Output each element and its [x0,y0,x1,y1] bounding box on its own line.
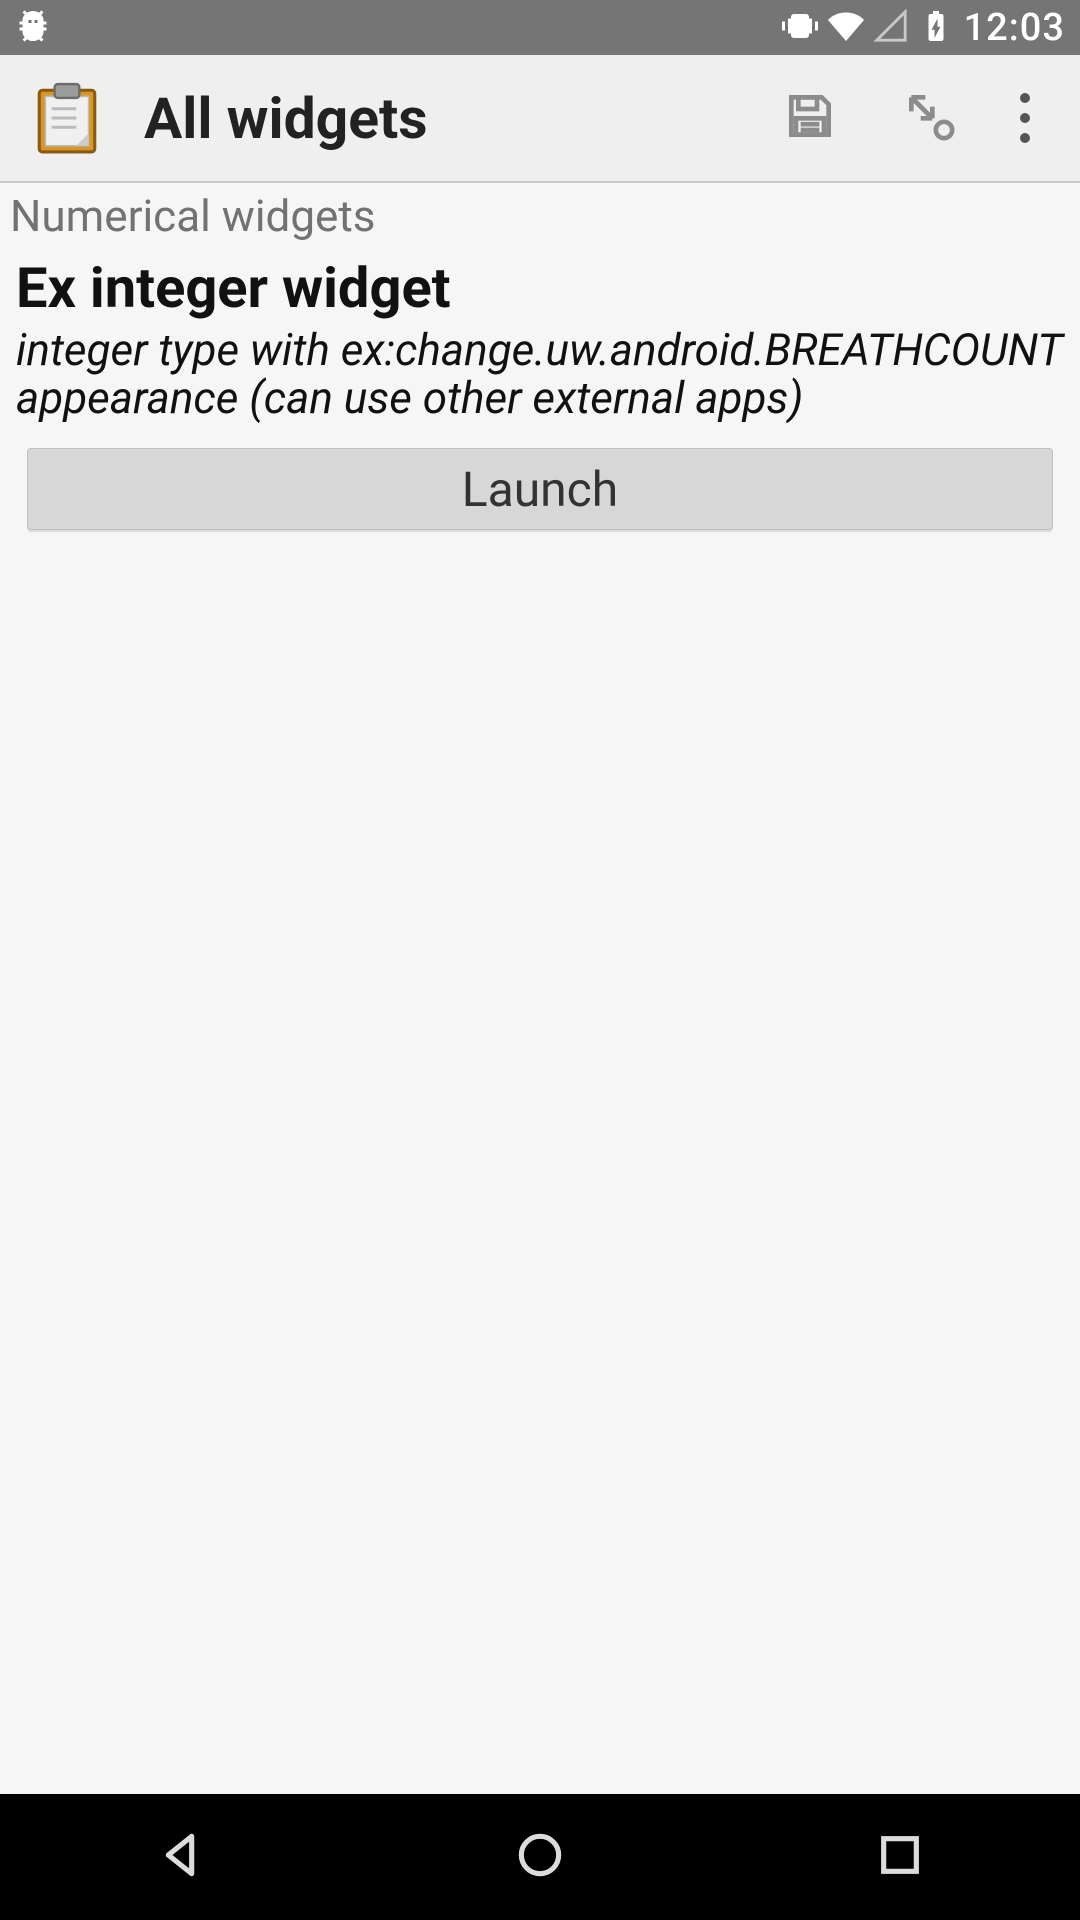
nav-bar [0,1794,1080,1920]
status-left [15,8,51,48]
battery-charging-icon [918,8,954,48]
jump-button[interactable] [870,55,990,181]
content-area: Numerical widgets Ex integer widget inte… [0,183,1080,530]
nav-recents-icon [872,1868,928,1887]
status-time: 12:03 [964,6,1065,50]
more-vert-icon [1020,93,1030,143]
cell-signal-icon [874,9,908,47]
widget-title: Ex integer widget [10,248,1070,326]
nav-home-icon [512,1868,568,1887]
launch-button[interactable]: Launch [27,448,1053,530]
nav-recents-button[interactable] [872,1827,928,1887]
status-right: 12:03 [782,6,1065,50]
widget-subtitle: integer type with ex:change.uw.android.B… [10,326,1070,441]
clipboard-icon[interactable] [30,81,104,155]
jump-icon [902,88,958,148]
android-debug-icon [15,8,51,48]
save-button[interactable] [750,55,870,181]
section-header: Numerical widgets [10,188,1070,248]
save-icon [782,88,838,148]
vibrate-icon [782,8,818,48]
page-title: All widgets [144,85,750,152]
more-menu-button[interactable] [990,93,1060,143]
nav-back-icon [152,1868,208,1887]
status-bar: 12:03 [0,0,1080,55]
nav-back-button[interactable] [152,1827,208,1887]
wifi-icon [828,8,864,48]
toolbar: All widgets [0,55,1080,183]
nav-home-button[interactable] [512,1827,568,1887]
